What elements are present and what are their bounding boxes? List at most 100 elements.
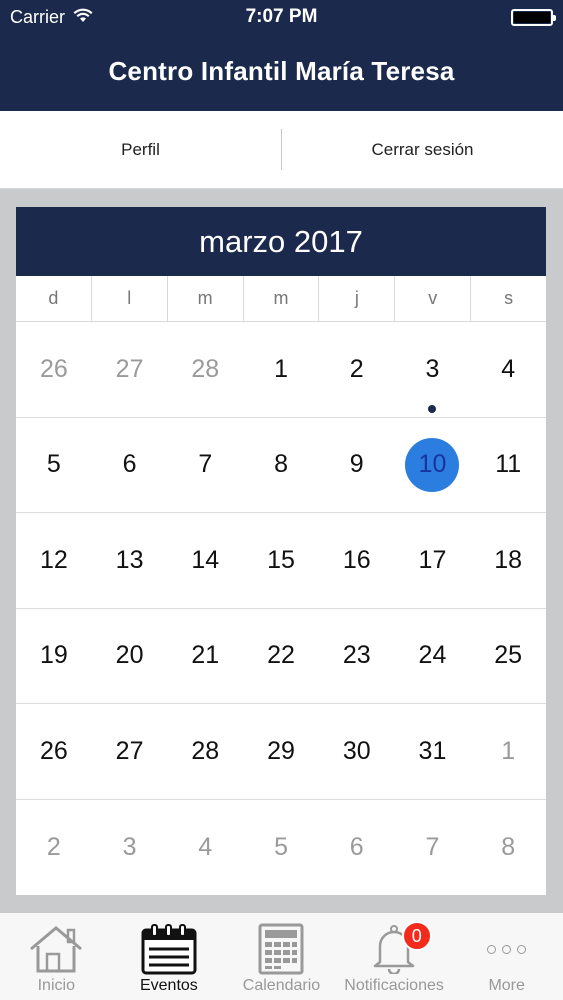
day-cell[interactable]: 18 <box>470 513 546 608</box>
day-cell[interactable]: 4 <box>470 322 546 417</box>
day-cell[interactable]: 3 <box>395 322 471 417</box>
day-cell[interactable]: 27 <box>92 704 168 799</box>
day-number: 19 <box>39 641 68 670</box>
day-number: 21 <box>191 641 220 670</box>
day-cell[interactable]: 21 <box>167 609 243 704</box>
logout-button[interactable]: Cerrar sesión <box>282 111 563 188</box>
day-number: 15 <box>267 545 295 574</box>
day-cell[interactable]: 12 <box>16 513 92 608</box>
day-cell[interactable]: 27 <box>92 322 168 417</box>
day-cell[interactable]: 14 <box>167 513 243 608</box>
day-number: 5 <box>274 832 288 861</box>
day-cell[interactable]: 4 <box>167 800 243 896</box>
tab-calendario[interactable]: Calendario <box>225 913 338 1000</box>
tab-eventos[interactable]: Eventos <box>113 913 226 1000</box>
day-cell[interactable]: 20 <box>92 609 168 704</box>
home-icon <box>27 921 85 977</box>
weekday-label: s <box>470 276 546 321</box>
tab-inicio[interactable]: Inicio <box>0 913 113 1000</box>
notification-badge: 0 <box>401 921 432 951</box>
day-cell-selected[interactable]: 10 <box>395 418 471 513</box>
page-title: Centro Infantil María Teresa <box>108 56 455 86</box>
day-number: 4 <box>198 832 213 861</box>
day-cell[interactable]: 2 <box>319 322 395 417</box>
weekday-label: m <box>166 276 243 321</box>
day-cell[interactable]: 2 <box>16 800 92 896</box>
week-row: 5 6 7 8 9 10 11 <box>16 418 546 513</box>
day-number: 12 <box>39 545 68 574</box>
day-number: 13 <box>115 545 144 574</box>
day-cell[interactable]: 8 <box>243 418 319 513</box>
day-number: 28 <box>191 354 220 383</box>
profile-button[interactable]: Perfil <box>0 111 281 188</box>
day-number: 3 <box>425 354 440 383</box>
day-cell[interactable]: 25 <box>470 609 546 704</box>
day-cell[interactable]: 15 <box>243 513 319 608</box>
week-row: 26 27 28 1 2 3 4 <box>16 322 546 418</box>
weekday-label: d <box>48 288 59 308</box>
day-number: 7 <box>198 450 213 479</box>
day-cell[interactable]: 6 <box>319 800 395 896</box>
day-cell[interactable]: 31 <box>395 704 471 799</box>
day-cell[interactable]: 1 <box>470 704 546 799</box>
day-number: 5 <box>46 450 61 479</box>
day-number: 3 <box>122 832 137 861</box>
day-cell[interactable]: 7 <box>167 418 243 513</box>
day-number: 27 <box>115 736 144 765</box>
day-cell[interactable]: 3 <box>92 800 168 896</box>
day-cell[interactable]: 19 <box>16 609 92 704</box>
day-cell[interactable]: 13 <box>92 513 168 608</box>
day-cell[interactable]: 23 <box>319 609 395 704</box>
day-cell[interactable]: 28 <box>167 704 243 799</box>
status-time: 7:07 PM <box>245 6 318 27</box>
status-bar: Carrier 7:07 PM <box>0 0 563 34</box>
day-cell[interactable]: 26 <box>16 322 92 417</box>
day-cell[interactable]: 5 <box>16 418 92 513</box>
day-cell[interactable]: 16 <box>319 513 395 608</box>
tab-more[interactable]: More <box>450 913 563 1000</box>
day-cell[interactable]: 9 <box>319 418 395 513</box>
month-header: marzo 2017 <box>16 207 546 276</box>
more-icon <box>487 921 527 977</box>
day-number: 10 <box>405 437 460 492</box>
tab-label: Inicio <box>37 977 75 994</box>
day-number: 24 <box>418 641 447 670</box>
day-cell[interactable]: 6 <box>92 418 168 513</box>
day-number: 6 <box>349 832 364 861</box>
day-cell[interactable]: 24 <box>395 609 471 704</box>
day-number: 29 <box>267 736 295 765</box>
tab-label: Notificaciones <box>344 977 444 994</box>
day-cell[interactable]: 28 <box>167 322 243 417</box>
day-number: 18 <box>494 545 523 574</box>
day-number: 1 <box>274 354 288 383</box>
day-cell[interactable]: 8 <box>470 800 546 896</box>
day-number: 8 <box>274 450 288 479</box>
day-number: 17 <box>418 545 447 574</box>
week-row: 12 13 14 15 16 17 18 <box>16 513 546 609</box>
calendar-grid: 26 27 28 1 2 3 4 5 6 7 8 9 10 11 12 13 14 15 16 17 18 19 20 21 2… <box>16 322 546 895</box>
day-cell[interactable]: 7 <box>395 800 471 896</box>
tab-label: More <box>488 977 525 994</box>
day-number: 16 <box>342 545 371 574</box>
tab-label: Eventos <box>139 977 198 994</box>
day-cell[interactable]: 22 <box>243 609 319 704</box>
day-cell[interactable]: 11 <box>470 418 546 513</box>
battery-icon <box>511 9 556 26</box>
day-cell[interactable]: 17 <box>395 513 471 608</box>
day-number: 31 <box>418 736 447 765</box>
tab-label: Calendario <box>242 977 321 994</box>
day-cell[interactable]: 26 <box>16 704 92 799</box>
day-number: 7 <box>425 832 440 861</box>
day-cell[interactable]: 30 <box>319 704 395 799</box>
calendar-events-icon <box>140 921 198 977</box>
day-cell[interactable]: 29 <box>243 704 319 799</box>
top-tabs: Perfil Cerrar sesión <box>0 111 563 189</box>
day-cell[interactable]: 1 <box>243 322 319 417</box>
day-cell[interactable]: 5 <box>243 800 319 896</box>
calendar: marzo 2017 dlmmjvs 26 27 28 1 2 3 4 5 6 7 8 9 10 11 12… <box>16 207 546 895</box>
day-number: 4 <box>501 354 516 383</box>
day-number: 14 <box>191 545 220 574</box>
calendar-grid-icon <box>256 921 306 977</box>
tab-notificaciones[interactable]: 0 Notificaciones <box>338 913 451 1000</box>
weekday-label: l <box>90 276 167 321</box>
